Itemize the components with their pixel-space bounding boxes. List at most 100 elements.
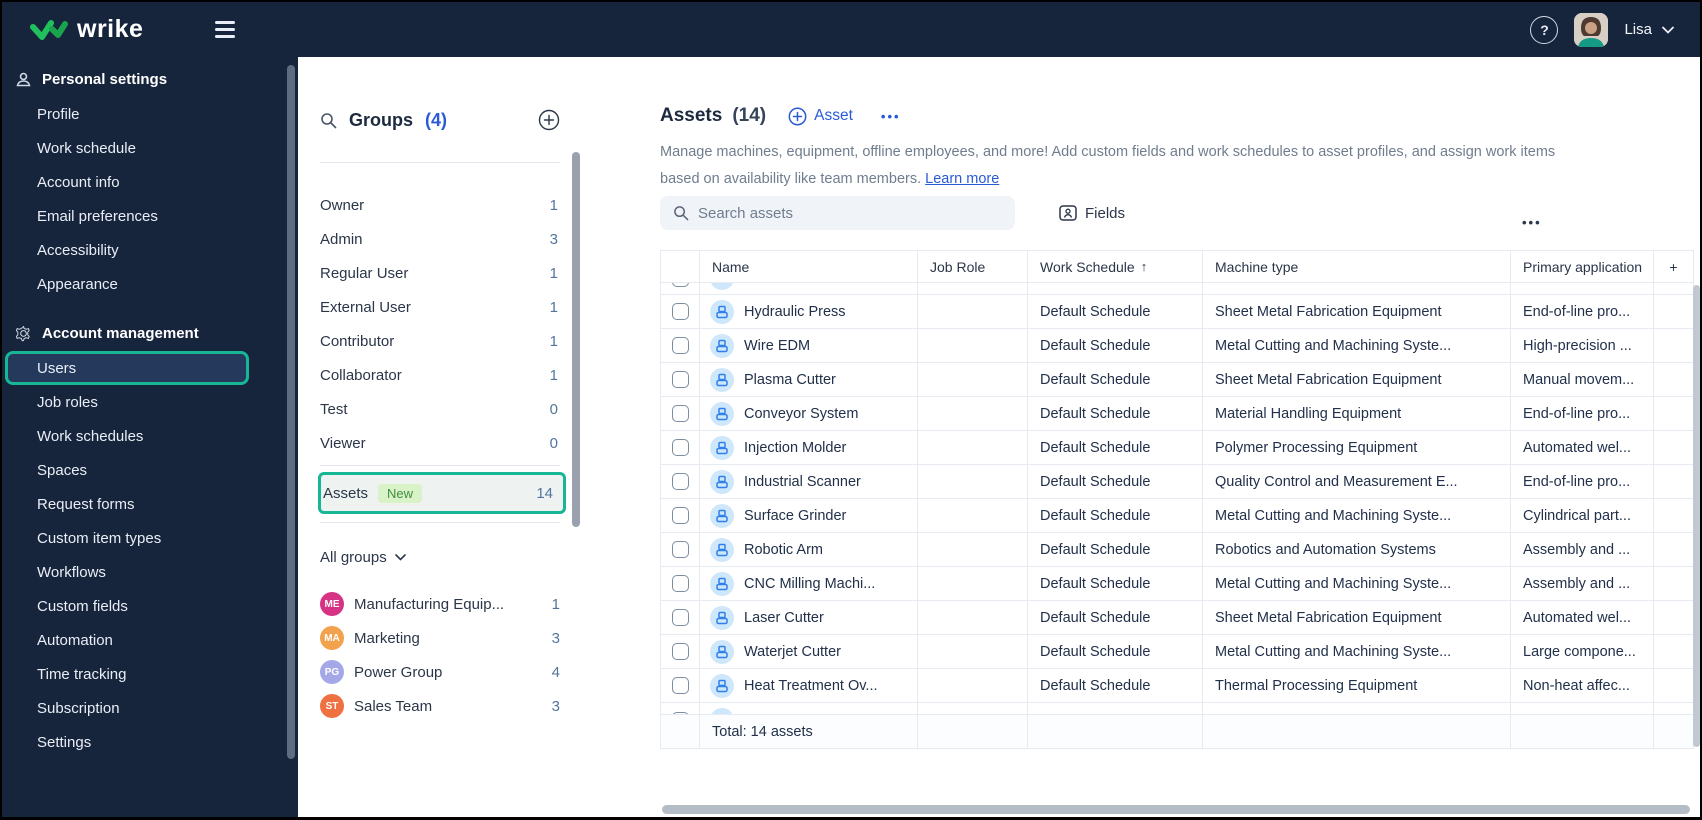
job-role-cell — [918, 397, 1028, 430]
sidebar-item[interactable]: Spaces — [2, 453, 264, 487]
row-checkbox[interactable] — [671, 677, 689, 694]
row-checkbox[interactable] — [671, 439, 689, 456]
assets-group-item[interactable]: Assets New 14 — [318, 472, 566, 514]
role-group-item[interactable]: Regular User 1 — [320, 256, 560, 290]
role-group-item[interactable]: Owner 1 — [320, 188, 560, 222]
column-header-work-schedule[interactable]: Work Schedule ↑ — [1028, 251, 1203, 282]
fields-icon — [1059, 205, 1077, 221]
sidebar-item[interactable]: Request forms — [2, 487, 264, 521]
work-schedule-cell: Default Schedule — [1028, 601, 1203, 634]
group-item[interactable]: ME Manufacturing Equip... 1 — [320, 587, 560, 621]
asset-icon — [710, 605, 734, 630]
table-row[interactable]: Wire EDM Default Schedule Metal Cutting … — [660, 329, 1694, 363]
group-item[interactable]: ST Sales Team 3 — [320, 689, 560, 723]
sidebar-item[interactable]: Email preferences — [2, 199, 264, 233]
row-checkbox[interactable] — [671, 609, 689, 626]
role-group-item[interactable]: Collaborator 1 — [320, 358, 560, 392]
fields-button[interactable]: Fields — [1059, 205, 1125, 222]
sidebar-item[interactable]: Work schedule — [2, 131, 264, 165]
sort-asc-icon[interactable]: ↑ — [1141, 259, 1148, 274]
asset-name: Hydraulic Press — [744, 303, 846, 320]
table-row[interactable]: Plasma Cutter Default Schedule Sheet Met… — [660, 363, 1694, 397]
group-item[interactable]: PG Power Group 4 — [320, 655, 560, 689]
asset-name: Injection Molder — [744, 439, 847, 456]
table-row[interactable]: Injection Molder Default Schedule Polyme… — [660, 431, 1694, 465]
table-row[interactable]: Laser Cutter Default Schedule Sheet Meta… — [660, 601, 1694, 635]
row-checkbox[interactable] — [671, 541, 689, 558]
assets-main: Assets (14) Asset ••• Manage machines, e… — [660, 57, 1700, 817]
add-group-icon[interactable] — [538, 109, 560, 131]
vertical-scrollbar[interactable] — [1693, 285, 1700, 747]
horizontal-scrollbar[interactable] — [662, 805, 1690, 814]
table-more-icon[interactable]: ••• — [1522, 215, 1542, 230]
personal-settings-header[interactable]: Personal settings — [2, 61, 298, 97]
column-header-job-role[interactable]: Job Role — [918, 251, 1028, 282]
sidebar-scrollbar[interactable] — [287, 65, 295, 759]
add-column-button[interactable]: + — [1654, 251, 1694, 282]
work-schedule-cell: Default Schedule — [1028, 635, 1203, 668]
search-assets-input[interactable] — [660, 196, 1015, 230]
menu-icon[interactable] — [215, 21, 236, 38]
sidebar-item[interactable]: Automation — [2, 623, 264, 657]
row-checkbox[interactable] — [671, 283, 689, 287]
sidebar-item[interactable]: Custom item types — [2, 521, 264, 555]
column-header-primary-application[interactable]: Primary application — [1511, 251, 1654, 282]
work-schedule-cell: Default Schedule — [1028, 567, 1203, 600]
sidebar-item[interactable]: Settings — [2, 725, 264, 759]
sidebar-item[interactable]: Time tracking — [2, 657, 264, 691]
sidebar-item[interactable]: Account info — [2, 165, 264, 199]
row-checkbox[interactable] — [671, 303, 689, 320]
table-row[interactable]: Hydraulic Press Default Schedule Sheet M… — [660, 295, 1694, 329]
sidebar-item[interactable]: Custom fields — [2, 589, 264, 623]
machine-type-cell: Polymer Processing Equipment — [1203, 431, 1511, 464]
table-row[interactable]: CNC Milling Machi... Default Schedule Me… — [660, 567, 1694, 601]
top-bar: wrike ? Lisa — [2, 2, 1700, 57]
table-row[interactable]: Heat Treatment Ov... Default Schedule Th… — [660, 669, 1694, 703]
learn-more-link[interactable]: Learn more — [925, 171, 999, 187]
sidebar-item[interactable]: Workflows — [2, 555, 264, 589]
sidebar-item[interactable]: Work schedules — [2, 419, 264, 453]
table-row[interactable]: Robotic Arm Default Schedule Robotics an… — [660, 533, 1694, 567]
sidebar-item[interactable]: Job roles — [2, 385, 264, 419]
groups-panel-scrollbar[interactable] — [572, 152, 580, 527]
row-checkbox[interactable] — [671, 473, 689, 490]
add-asset-button[interactable]: Asset — [788, 107, 853, 126]
row-checkbox[interactable] — [671, 643, 689, 660]
role-group-item[interactable]: Viewer 0 — [320, 426, 560, 460]
sidebar-item-users[interactable]: Users — [5, 351, 249, 385]
sidebar-item[interactable]: Appearance — [2, 267, 264, 301]
sidebar-item[interactable]: Profile — [2, 97, 264, 131]
row-checkbox[interactable] — [671, 337, 689, 354]
row-checkbox[interactable] — [671, 507, 689, 524]
role-group-item[interactable]: Contributor 1 — [320, 324, 560, 358]
row-checkbox[interactable] — [671, 711, 689, 714]
asset-icon — [710, 333, 734, 358]
user-name[interactable]: Lisa — [1624, 21, 1652, 38]
account-management-header[interactable]: Account management — [2, 315, 298, 351]
column-header-machine-type[interactable]: Machine type — [1203, 251, 1511, 282]
column-header-name[interactable]: Name — [700, 251, 918, 282]
table-header-row: Name Job Role Work Schedule ↑ Machine typ… — [660, 251, 1694, 283]
group-avatar: PG — [320, 660, 344, 684]
all-groups-toggle[interactable]: All groups — [320, 543, 560, 571]
select-all-cell[interactable] — [660, 251, 700, 282]
sidebar-item[interactable]: Subscription — [2, 691, 264, 725]
table-row[interactable]: Waterjet Cutter Default Schedule Metal C… — [660, 635, 1694, 669]
avatar[interactable] — [1574, 12, 1609, 47]
row-checkbox[interactable] — [671, 405, 689, 422]
more-options-icon[interactable]: ••• — [881, 109, 901, 124]
wrike-logo[interactable]: wrike — [30, 15, 143, 44]
table-row[interactable]: Surface Grinder Default Schedule Metal C… — [660, 499, 1694, 533]
role-group-item[interactable]: Admin 3 — [320, 222, 560, 256]
search-icon[interactable] — [320, 112, 337, 129]
chevron-down-icon[interactable] — [1662, 26, 1674, 34]
help-icon[interactable]: ? — [1530, 15, 1559, 44]
row-checkbox[interactable] — [671, 575, 689, 592]
table-row[interactable]: Conveyor System Default Schedule Materia… — [660, 397, 1694, 431]
group-item[interactable]: MA Marketing 3 — [320, 621, 560, 655]
role-group-item[interactable]: Test 0 — [320, 392, 560, 426]
sidebar-item[interactable]: Accessibility — [2, 233, 264, 267]
row-checkbox[interactable] — [671, 371, 689, 388]
table-row[interactable]: Industrial Scanner Default Schedule Qual… — [660, 465, 1694, 499]
role-group-item[interactable]: External User 1 — [320, 290, 560, 324]
